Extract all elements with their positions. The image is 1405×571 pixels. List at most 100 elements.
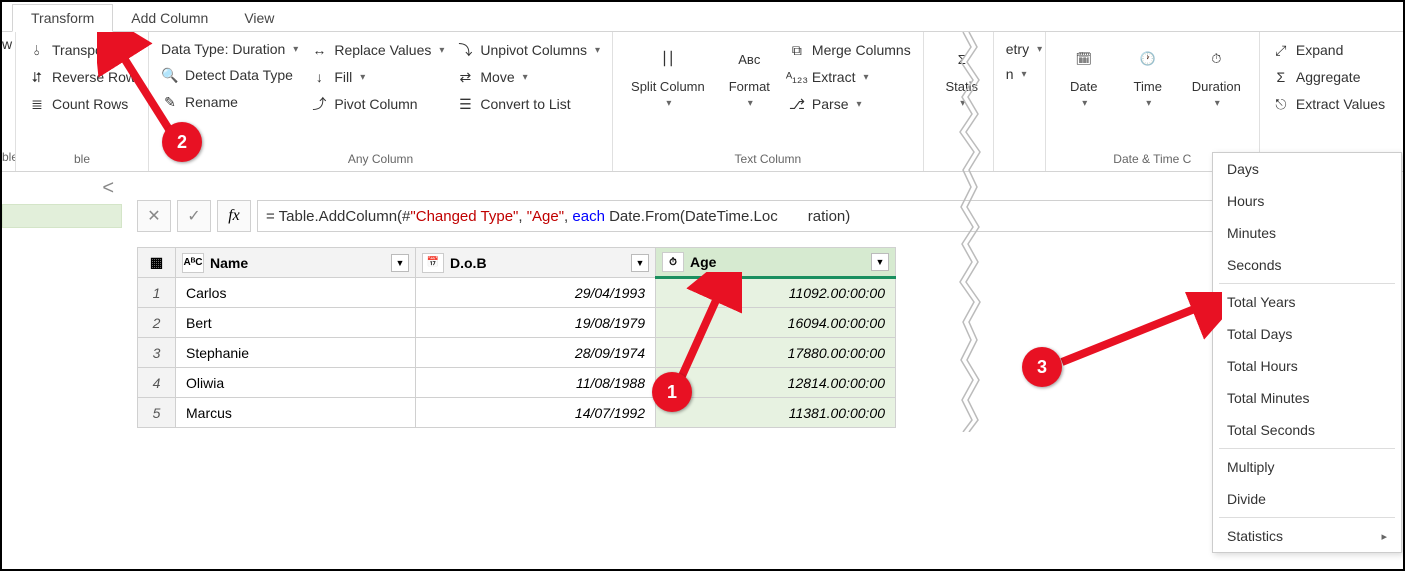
format-icon: Aʙᴄ (733, 43, 765, 75)
transpose-icon: ⫰ (28, 41, 46, 59)
clock-icon: 🕐 (1132, 43, 1164, 75)
merge-columns-button[interactable]: ⧉Merge Columns (786, 39, 913, 61)
split-icon: ⎮⎮ (652, 43, 684, 75)
annotation-arrow-3 (1052, 292, 1222, 372)
date-type-icon: 📅 (422, 253, 444, 273)
ribbon-tabs: Transform Add Column View (2, 2, 1403, 32)
format-button[interactable]: AʙᴄFormat (721, 39, 778, 113)
annotation-badge-2: 2 (162, 122, 202, 162)
query-item[interactable] (2, 204, 122, 228)
expand-button[interactable]: ⤢Expand (1270, 39, 1387, 61)
cell-name[interactable]: Oliwia (176, 368, 416, 398)
menu-minutes[interactable]: Minutes (1213, 217, 1401, 249)
menu-statistics[interactable]: Statistics (1213, 520, 1401, 552)
menu-hours[interactable]: Hours (1213, 185, 1401, 217)
group-label-text-column: Text Column (619, 149, 917, 169)
tab-add-column[interactable]: Add Column (113, 5, 226, 31)
filter-button[interactable]: ▼ (631, 254, 649, 272)
group-label-any-column: Any Column (155, 149, 606, 169)
menu-total-hours[interactable]: Total Hours (1213, 350, 1401, 382)
table-row[interactable]: 3Stephanie28/09/197417880.00:00:00 (138, 338, 896, 368)
extract-values-button[interactable]: ⎋Extract Values (1270, 93, 1387, 115)
menu-multiply[interactable]: Multiply (1213, 451, 1401, 483)
fill-button[interactable]: ↓Fill (308, 66, 446, 88)
count-icon: ≣ (28, 95, 46, 113)
extract-button[interactable]: ᴬ₁₂₃Extract (786, 66, 913, 88)
move-icon: ⇄ (456, 68, 474, 86)
menu-total-years[interactable]: Total Years (1213, 286, 1401, 318)
table-row[interactable]: 4Oliwia11/08/198812814.00:00:00 (138, 368, 896, 398)
unpivot-icon: ⤵ (456, 41, 474, 59)
cell-dob[interactable]: 28/09/1974 (416, 338, 656, 368)
extract-icon: ᴬ₁₂₃ (788, 68, 806, 86)
menu-total-days[interactable]: Total Days (1213, 318, 1401, 350)
reverse-icon: ⮃ (28, 68, 46, 86)
split-column-button[interactable]: ⎮⎮Split Column (623, 39, 713, 113)
tab-transform[interactable]: Transform (12, 4, 113, 32)
cell-name[interactable]: Stephanie (176, 338, 416, 368)
cell-dob[interactable]: 29/04/1993 (416, 278, 656, 308)
replace-values-button[interactable]: ↔Replace Values (308, 39, 446, 61)
annotation-badge-1: 1 (652, 372, 692, 412)
cell-dob[interactable]: 14/07/1992 (416, 398, 656, 428)
expand-icon: ⤢ (1272, 41, 1290, 59)
filter-button[interactable]: ▼ (871, 253, 889, 271)
pivot-column-button[interactable]: ⤴Pivot Column (308, 93, 446, 115)
group-label-table-frag: ble (2, 147, 15, 167)
menu-days[interactable]: Days (1213, 153, 1401, 185)
cell-dob[interactable]: 11/08/1988 (416, 368, 656, 398)
text-type-icon: AᴮC (182, 253, 204, 273)
column-header-name[interactable]: AᴮC Name ▼ (176, 248, 416, 278)
unpivot-columns-button[interactable]: ⤵Unpivot Columns (454, 39, 602, 61)
merge-icon: ⧉ (788, 41, 806, 59)
cell-age[interactable]: 11381.00:00:00 (656, 398, 896, 428)
annotation-badge-3: 3 (1022, 347, 1062, 387)
column-header-dob[interactable]: 📅 D.o.B ▼ (416, 248, 656, 278)
accept-formula-button[interactable]: ✓ (177, 200, 211, 232)
row-number[interactable]: 1 (138, 278, 176, 308)
menu-divide[interactable]: Divide (1213, 483, 1401, 515)
parse-icon: ⎇ (788, 95, 806, 113)
table-row[interactable]: 2Bert19/08/197916094.00:00:00 (138, 308, 896, 338)
replace-icon: ↔ (310, 41, 328, 59)
convert-to-list-button[interactable]: ☰Convert to List (454, 93, 602, 115)
date-button[interactable]: 🗓Date (1056, 39, 1112, 113)
cell-name[interactable]: Marcus (176, 398, 416, 428)
extract-values-icon: ⎋ (1272, 95, 1290, 113)
duration-dropdown: Days Hours Minutes Seconds Total Years T… (1212, 152, 1402, 553)
duration-type-icon: ⏱ (662, 252, 684, 272)
data-preview: ▦ AᴮC Name ▼ 📅 D.o.B ▼ (137, 247, 896, 428)
table-corner[interactable]: ▦ (138, 248, 176, 278)
pivot-icon: ⤴ (310, 95, 328, 113)
cell-name[interactable]: Bert (176, 308, 416, 338)
row-number[interactable]: 5 (138, 398, 176, 428)
formula-bar: ✕ ✓ fx = Table.AddColumn(#"Changed Type"… (137, 200, 1223, 232)
cancel-formula-button[interactable]: ✕ (137, 200, 171, 232)
formula-input[interactable]: = Table.AddColumn(#"Changed Type", "Age"… (257, 200, 1223, 232)
table-row[interactable]: 5Marcus14/07/199211381.00:00:00 (138, 398, 896, 428)
rounding-fragment[interactable]: n (1004, 64, 1044, 84)
row-number[interactable]: 4 (138, 368, 176, 398)
fx-label: fx (217, 200, 251, 232)
stopwatch-icon: ⏱ (1200, 43, 1232, 75)
menu-total-seconds[interactable]: Total Seconds (1213, 414, 1401, 446)
table-row[interactable]: 1Carlos29/04/199311092.00:00:00 (138, 278, 896, 308)
cell-dob[interactable]: 19/08/1979 (416, 308, 656, 338)
trigonometry-fragment[interactable]: etry (1004, 39, 1044, 59)
tab-view[interactable]: View (226, 5, 292, 31)
queries-pane: < (2, 177, 122, 228)
aggregate-button[interactable]: ΣAggregate (1270, 66, 1387, 88)
duration-button[interactable]: ⏱Duration (1184, 39, 1249, 113)
filter-button[interactable]: ▼ (391, 254, 409, 272)
menu-total-minutes[interactable]: Total Minutes (1213, 382, 1401, 414)
truncated-fragment: w (2, 36, 12, 52)
cell-name[interactable]: Carlos (176, 278, 416, 308)
move-button[interactable]: ⇄Move (454, 66, 602, 88)
parse-button[interactable]: ⎇Parse (786, 93, 913, 115)
menu-seconds[interactable]: Seconds (1213, 249, 1401, 281)
fill-icon: ↓ (310, 68, 328, 86)
row-number[interactable]: 3 (138, 338, 176, 368)
collapse-queries-button[interactable]: < (2, 177, 122, 200)
time-button[interactable]: 🕐Time (1120, 39, 1176, 113)
row-number[interactable]: 2 (138, 308, 176, 338)
